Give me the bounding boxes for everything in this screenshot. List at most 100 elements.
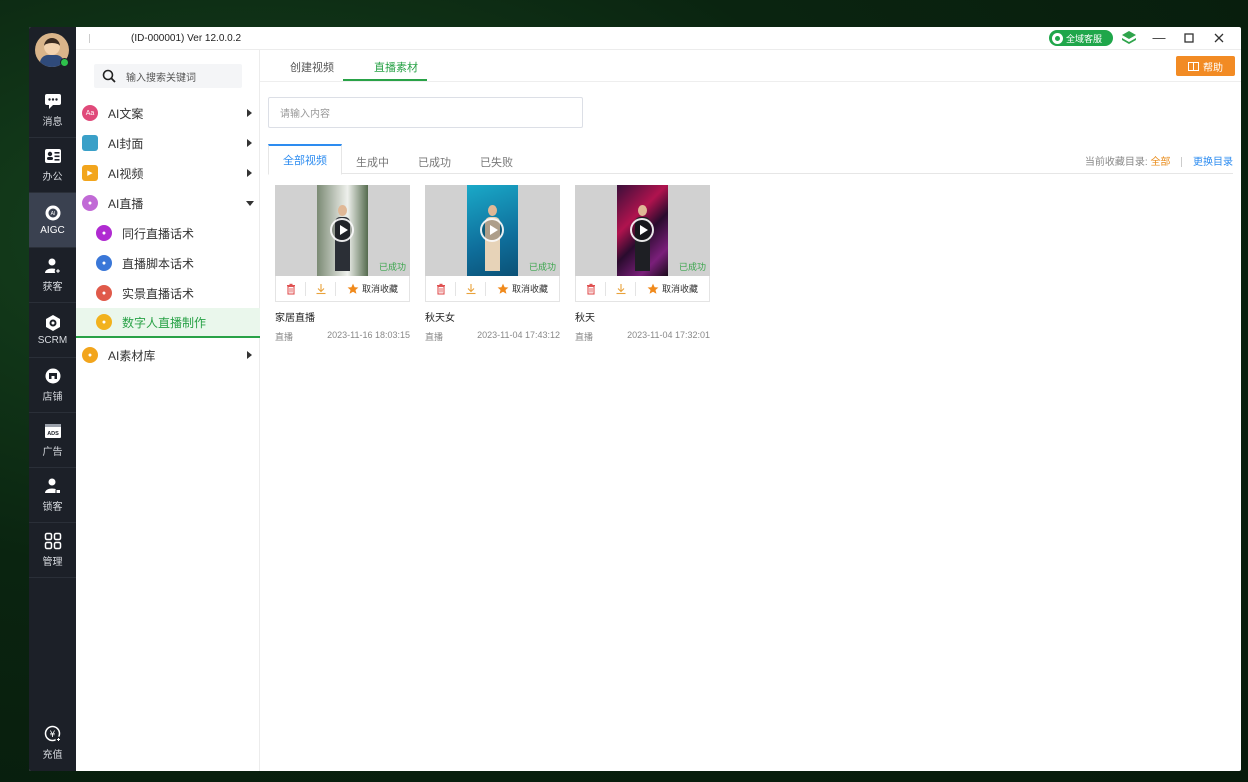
minimize-button[interactable]: — — [1150, 29, 1168, 47]
trash-icon — [436, 283, 445, 295]
layers-icon[interactable] — [1121, 30, 1137, 46]
delete-button[interactable] — [276, 281, 306, 296]
video-card[interactable]: 已成功 取消收藏 秋天女 直播 2023-11-04 17:43:12 — [425, 185, 560, 342]
video-card[interactable]: 已成功 取消收藏 家居直播 直播 2023-11-16 18:03:15 — [275, 185, 410, 342]
tab-create-video[interactable]: 创建视频 — [290, 59, 334, 75]
customer-service-button[interactable]: 全域客服 — [1049, 30, 1113, 46]
video-thumbnail[interactable]: 已成功 — [575, 185, 710, 276]
search-input[interactable]: 输入搜索关键词 — [94, 64, 242, 88]
card-title: 家居直播 — [275, 313, 315, 324]
nav-ai-cover[interactable]: AI封面 — [76, 128, 260, 158]
star-icon — [497, 283, 509, 294]
download-icon — [316, 283, 325, 294]
app-window: 消息 办公 AI AIGC 获客 SCRM 店铺 ADS 广告 锁客 管理 ¥ … — [29, 27, 1241, 771]
directory-info: 当前收藏目录: 全部 更换目录 — [1085, 153, 1233, 168]
contacts-icon — [44, 149, 61, 163]
rail-label: 消息 — [42, 117, 63, 128]
play-icon[interactable] — [630, 218, 654, 242]
rail-item-recharge[interactable]: ¥ 充值 — [29, 715, 76, 770]
nav-ai-copywriting[interactable]: Aa AI文案 — [76, 98, 260, 128]
trash-icon — [586, 283, 595, 295]
left-rail: 消息 办公 AI AIGC 获客 SCRM 店铺 ADS 广告 锁客 管理 ¥ … — [29, 27, 76, 771]
tab-succeeded[interactable]: 已成功 — [418, 154, 451, 170]
svg-text:¥: ¥ — [49, 730, 55, 740]
chevron-right-icon — [247, 351, 252, 359]
aigc-icon: AI — [45, 205, 60, 221]
active-tab-indicator — [343, 79, 427, 81]
video-thumbnail[interactable]: 已成功 — [275, 185, 410, 276]
tab-failed[interactable]: 已失败 — [480, 154, 513, 170]
nav-label: AI直播 — [108, 196, 144, 211]
star-icon — [647, 283, 659, 294]
delete-button[interactable] — [576, 281, 606, 296]
rail-item-acquire[interactable]: 获客 — [29, 248, 76, 303]
card-date: 2023-11-16 18:03:15 — [327, 330, 410, 340]
trash-icon — [286, 283, 295, 295]
card-title: 秋天 — [575, 313, 595, 324]
play-icon[interactable] — [330, 218, 354, 242]
rail-label: SCRM — [37, 335, 68, 346]
star-icon — [347, 283, 359, 294]
rail-item-lock-customer[interactable]: 锁客 — [29, 468, 76, 523]
video-thumbnail[interactable]: 已成功 — [425, 185, 560, 276]
change-directory-link[interactable]: 更换目录 — [1193, 157, 1233, 168]
delete-button[interactable] — [426, 281, 456, 296]
play-icon[interactable] — [480, 218, 504, 242]
rail-item-office[interactable]: 办公 — [29, 138, 76, 193]
card-title: 秋天女 — [425, 313, 455, 324]
rail-item-aigc[interactable]: AI AIGC — [29, 193, 76, 248]
unfavorite-button[interactable]: 取消收藏 — [636, 282, 709, 296]
download-button[interactable] — [456, 281, 486, 296]
download-button[interactable] — [306, 281, 336, 296]
video-card[interactable]: 已成功 取消收藏 秋天 直播 2023-11-04 17:32:01 — [575, 185, 710, 342]
main-content: 创建视频 直播素材 帮助 请输入内容 全部视频 生成中 已成功 已失败 当前收藏… — [260, 50, 1241, 771]
rail-item-ads[interactable]: ADS 广告 — [29, 413, 76, 468]
tab-live-materials[interactable]: 直播素材 — [374, 59, 418, 75]
nav-sub-script-writing[interactable]: ● 直播脚本话术 — [76, 248, 260, 278]
nav-sub-digital-human[interactable]: ● 数字人直播制作 — [76, 308, 260, 338]
rail-item-messages[interactable]: 消息 — [29, 83, 76, 138]
unfavorite-button[interactable]: 取消收藏 — [336, 282, 409, 296]
unfavorite-label: 取消收藏 — [511, 284, 548, 294]
rail-item-scrm[interactable]: SCRM — [29, 303, 76, 358]
nav-sub-real-scene[interactable]: ● 实景直播话术 — [76, 278, 260, 308]
rail-item-store[interactable]: 店铺 — [29, 358, 76, 413]
nav-label: 实景直播话术 — [122, 286, 195, 301]
help-button[interactable]: 帮助 — [1176, 56, 1235, 76]
text-icon: Aa — [82, 105, 98, 121]
card-type: 直播 — [575, 332, 594, 342]
nav-ai-video[interactable]: ▶ AI视频 — [76, 158, 260, 188]
scene-icon: ● — [96, 285, 112, 301]
card-date: 2023-11-04 17:43:12 — [477, 330, 560, 340]
nav-ai-library[interactable]: ● AI素材库 — [76, 340, 260, 370]
rail-item-manage[interactable]: 管理 — [29, 523, 76, 578]
status-badge: 已成功 — [528, 262, 556, 272]
card-actions: 取消收藏 — [575, 276, 710, 302]
nav-ai-live[interactable]: ● AI直播 — [76, 188, 260, 218]
rail-label: 广告 — [42, 447, 63, 458]
directory-current[interactable]: 全部 — [1150, 157, 1170, 168]
nav-sub-peer-scripts[interactable]: ● 同行直播话术 — [76, 218, 260, 248]
card-type: 直播 — [425, 332, 444, 342]
input-placeholder: 请输入内容 — [280, 109, 330, 120]
headset-icon — [1052, 32, 1063, 44]
maximize-button[interactable] — [1180, 29, 1198, 47]
image-icon — [82, 135, 98, 151]
rail-label: 管理 — [42, 557, 63, 568]
video-icon: ▶ — [82, 165, 98, 181]
download-icon — [616, 283, 625, 294]
download-button[interactable] — [606, 281, 636, 296]
search-icon — [102, 69, 116, 83]
peer-icon: ● — [96, 225, 112, 241]
chevron-right-icon — [247, 139, 252, 147]
unfavorite-button[interactable]: 取消收藏 — [486, 282, 559, 296]
card-actions: 取消收藏 — [275, 276, 410, 302]
ads-icon: ADS — [44, 424, 61, 438]
tab-all-videos[interactable]: 全部视频 — [268, 144, 342, 175]
tab-generating[interactable]: 生成中 — [356, 154, 389, 170]
library-icon: ● — [82, 347, 98, 363]
lock-user-icon — [44, 478, 61, 494]
close-button[interactable] — [1210, 29, 1228, 47]
nav-label: AI视频 — [108, 166, 144, 181]
content-search-input[interactable]: 请输入内容 — [268, 97, 583, 128]
